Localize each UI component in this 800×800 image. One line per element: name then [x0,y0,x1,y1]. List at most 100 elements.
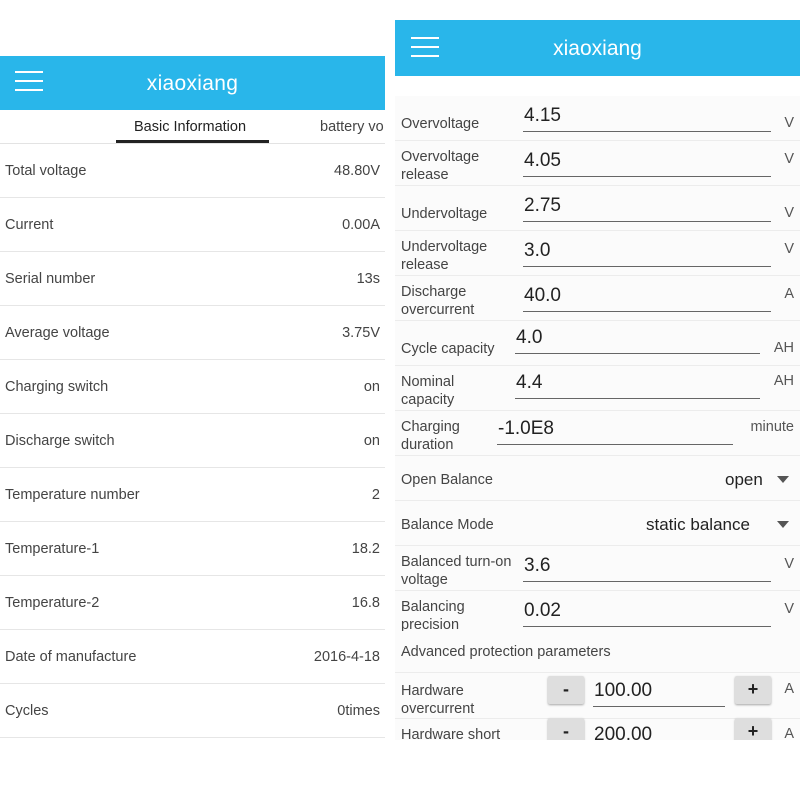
param-label-line: release [401,167,449,183]
advanced-protection-header: Advanced protection parameters [395,631,800,673]
param-label-line: Balancing [401,599,465,615]
charging-duration-input[interactable]: -1.0E8 [497,417,733,445]
param-label-line: Undervoltage [401,206,488,222]
chevron-down-icon[interactable] [777,521,789,528]
param-label-line: Undervoltage [401,239,488,255]
info-row-cycles: Cycles 0times [0,684,385,738]
param-unit: V [784,205,794,221]
param-label-line: Balanced turn-on [401,554,512,570]
info-row-serial-number: Serial number 13s [0,252,385,306]
decrement-button[interactable]: - [548,676,584,704]
param-label: Undervoltage [401,205,487,223]
info-label: Serial number [5,271,96,287]
param-label: Undervoltage release [401,238,487,274]
cycle-capacity-input[interactable]: 4.0 [515,326,760,354]
balanced-turn-on-voltage-input[interactable]: 3.6 [523,554,771,582]
info-row-temperature-number: Temperature number 2 [0,468,385,522]
param-label: Cycle capacity [401,340,494,358]
app-bar: xiaoxiang [0,56,385,110]
info-value: 18.2 [351,541,380,557]
param-unit: V [784,241,794,257]
info-row-temperature-2: Temperature-2 16.8 [0,576,385,630]
overvoltage-release-input[interactable]: 4.05 [523,149,771,177]
hardware-overcurrent-input[interactable]: 100.00 [593,679,725,707]
discharge-overcurrent-input[interactable]: 40.0 [523,284,771,312]
overvoltage-input[interactable]: 4.15 [523,104,771,132]
undervoltage-release-input[interactable]: 3.0 [523,239,771,267]
section-title: Advanced protection parameters [401,644,611,660]
info-value: 13s [356,271,380,287]
open-balance-select[interactable]: open [725,470,763,490]
param-label-line: Hardware [401,683,464,699]
param-label-line: release [401,257,449,273]
basic-info-screen: xiaoxiang Basic Information battery vo T… [0,0,385,800]
undervoltage-input[interactable]: 2.75 [523,194,771,222]
param-row-nominal-capacity: Nominal capacity 4.4 AH [395,366,800,411]
param-row-discharge-overcurrent: Discharge overcurrent 40.0 A [395,276,800,321]
param-unit: AH [773,340,794,356]
info-row-current: Current 0.00A [0,198,385,252]
hardware-short-input[interactable]: 200.00 [593,723,725,740]
info-value: 0.00A [342,217,380,233]
increment-button[interactable]: + [735,676,771,704]
param-label-line: Charging [401,419,460,435]
info-label: Current [5,217,54,233]
nominal-capacity-input[interactable]: 4.4 [515,371,760,399]
app-title: xiaoxiang [553,37,642,60]
open-balance-row: Open Balance open [395,456,800,501]
param-label-line: Cycle capacity [401,341,495,357]
param-unit: V [784,601,794,617]
info-label: Temperature-1 [5,541,100,557]
param-row-overvoltage-release: Overvoltage release 4.05 V [395,141,800,186]
param-label-line: voltage [401,572,448,588]
info-value: on [363,379,380,395]
info-row-discharge-switch: Discharge switch on [0,414,385,468]
param-label-line: Overvoltage [401,149,480,165]
param-label-line: Nominal [401,374,455,390]
param-row-overvoltage: Overvoltage 4.15 V [395,96,800,141]
tab-bar: Basic Information battery vo [0,110,385,144]
param-label: Charging duration [401,418,460,454]
info-label: Temperature number [5,487,140,503]
parameter-settings-screen: xiaoxiang Overvoltage 4.15 V Overvoltage… [395,20,800,740]
param-label-line: Discharge [401,284,467,300]
param-row-undervoltage-release: Undervoltage release 3.0 V [395,231,800,276]
chevron-down-icon[interactable] [777,476,789,483]
param-unit: V [784,115,794,131]
param-unit: V [784,151,794,167]
increment-button[interactable]: + [735,718,771,740]
tab-basic-information[interactable]: Basic Information [134,119,246,135]
param-row-hardware-short: Hardware short - 200.00 + A [395,718,800,740]
tab-battery-voltage[interactable]: battery vo [320,119,384,135]
param-label: Hardware short [401,726,500,740]
param-label: Overvoltage release [401,148,479,184]
info-value: 0times [337,703,380,719]
param-row-cycle-capacity: Cycle capacity 4.0 AH [395,321,800,366]
param-row-undervoltage: Undervoltage 2.75 V [395,186,800,231]
info-value: 48.80V [334,163,380,179]
decrement-button[interactable]: - [548,718,584,740]
info-value: 16.8 [351,595,380,611]
balance-mode-label: Balance Mode [401,517,494,533]
param-row-balancing-precision: Balancing precision 0.02 V [395,591,800,636]
info-label: Cycles [5,703,49,719]
param-label: Balanced turn-on voltage [401,553,511,589]
param-label: Hardware overcurrent [401,682,474,718]
param-label-line: Overvoltage [401,116,480,132]
app-title: xiaoxiang [146,72,239,95]
param-row-hardware-overcurrent: Hardware overcurrent - 100.00 + A [395,673,800,719]
active-tab-indicator [116,140,269,143]
info-value: on [363,433,380,449]
info-label: Charging switch [5,379,109,395]
param-unit: A [784,681,794,697]
balance-mode-select[interactable]: static balance [646,515,750,535]
param-unit: V [784,556,794,572]
param-label: Balancing precision [401,598,465,634]
param-label: Nominal capacity [401,373,454,409]
param-unit: A [784,726,794,740]
info-label: Date of manufacture [5,649,137,665]
param-row-balanced-turn-on-voltage: Balanced turn-on voltage 3.6 V [395,546,800,591]
param-label-line: Hardware short [401,727,501,740]
info-value: 3.75V [342,325,380,341]
balancing-precision-input[interactable]: 0.02 [523,599,771,627]
